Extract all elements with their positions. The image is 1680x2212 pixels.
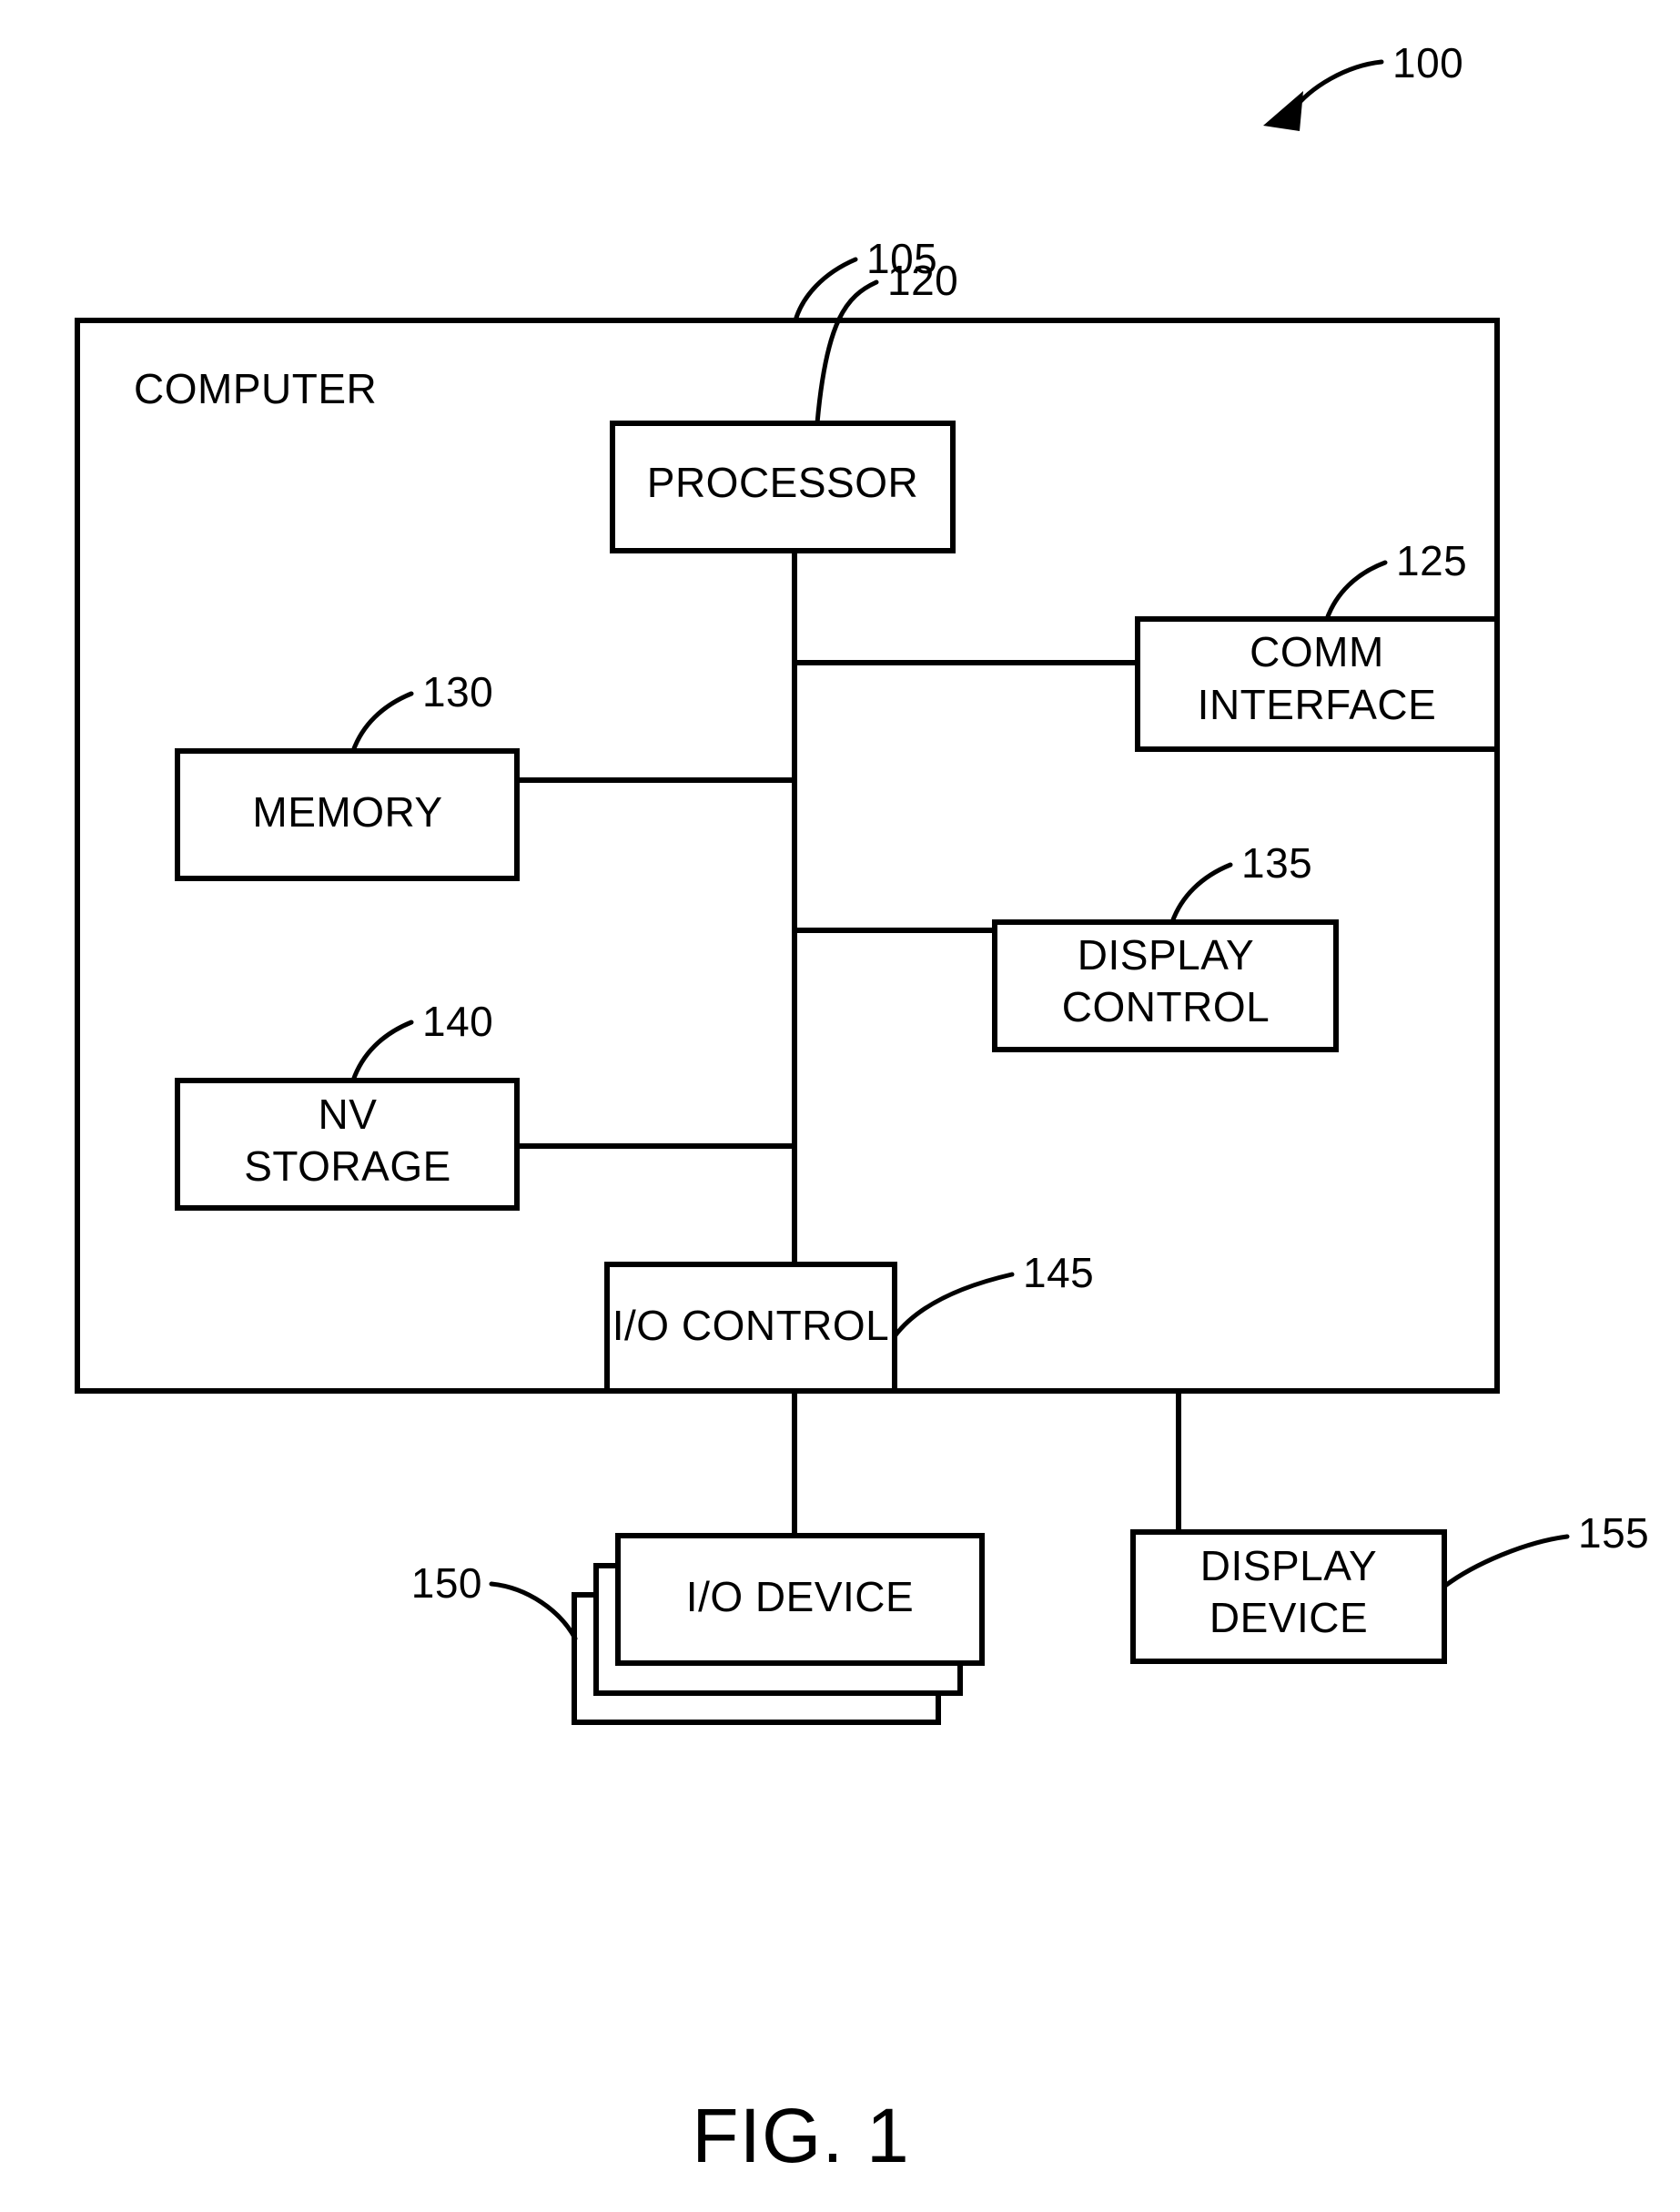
ref-140: 140 xyxy=(422,998,493,1045)
processor-ref-leader-line xyxy=(815,279,879,426)
ref-135: 135 xyxy=(1241,839,1312,887)
ref-145: 145 xyxy=(1023,1249,1094,1296)
computer-ref-leader-line xyxy=(793,257,858,323)
io-device-ref-leader-line xyxy=(489,1581,578,1641)
display-control-ref-leader-line xyxy=(1169,862,1233,925)
system-ref-arrowhead xyxy=(1263,91,1303,131)
display-device-label-line1: DISPLAY xyxy=(1200,1542,1377,1589)
display-device-label-line2: DEVICE xyxy=(1209,1594,1368,1641)
comm-interface-block: COMM INTERFACE 125 xyxy=(1135,537,1500,752)
figure-caption: FIG. 1 xyxy=(692,2093,909,2178)
memory-label: MEMORY xyxy=(252,788,442,836)
system-ref-callout: 100 xyxy=(1263,39,1463,131)
ref-100: 100 xyxy=(1392,39,1463,86)
io-device-label: I/O DEVICE xyxy=(686,1573,914,1620)
nv-storage-label-line2: STORAGE xyxy=(244,1142,451,1190)
io-control-block: I/O CONTROL 145 xyxy=(604,1249,1094,1394)
ref-120: 120 xyxy=(887,257,958,304)
memory-ref-leader-line xyxy=(350,691,414,754)
ref-125: 125 xyxy=(1396,537,1467,584)
display-device-block: DISPLAY DEVICE 155 xyxy=(1130,1509,1649,1664)
figure-canvas: 100 COMPUTER 105 PROCESSOR 120 COMM INTE… xyxy=(75,39,1649,2178)
system-ref-leader-line xyxy=(1290,59,1384,114)
computer-label: COMPUTER xyxy=(134,365,377,412)
ref-130: 130 xyxy=(422,668,493,715)
bus-lines xyxy=(517,551,1181,1536)
comm-interface-ref-leader-line xyxy=(1324,560,1388,622)
nv-storage-ref-leader-line xyxy=(350,1020,414,1083)
io-control-label: I/O CONTROL xyxy=(612,1302,890,1349)
io-device-block: I/O DEVICE 150 xyxy=(411,1533,985,1725)
nv-storage-block: NV STORAGE 140 xyxy=(175,998,520,1211)
display-control-label-line1: DISPLAY xyxy=(1078,931,1254,979)
processor-label: PROCESSOR xyxy=(647,459,918,506)
memory-block: MEMORY 130 xyxy=(175,668,520,881)
ref-155: 155 xyxy=(1578,1509,1649,1557)
display-control-label-line2: CONTROL xyxy=(1062,983,1270,1030)
display-device-ref-leader-line xyxy=(1442,1534,1570,1588)
ref-150: 150 xyxy=(411,1559,482,1607)
patent-figure-page: 100 COMPUTER 105 PROCESSOR 120 COMM INTE… xyxy=(0,0,1680,2212)
comm-interface-label-line1: COMM xyxy=(1250,628,1384,675)
processor-block: PROCESSOR 120 xyxy=(610,257,958,553)
comm-interface-label-line2: INTERFACE xyxy=(1198,681,1437,728)
display-control-block: DISPLAY CONTROL 135 xyxy=(992,839,1339,1052)
io-control-ref-leader-line xyxy=(892,1272,1015,1339)
nv-storage-label-line1: NV xyxy=(319,1091,378,1138)
